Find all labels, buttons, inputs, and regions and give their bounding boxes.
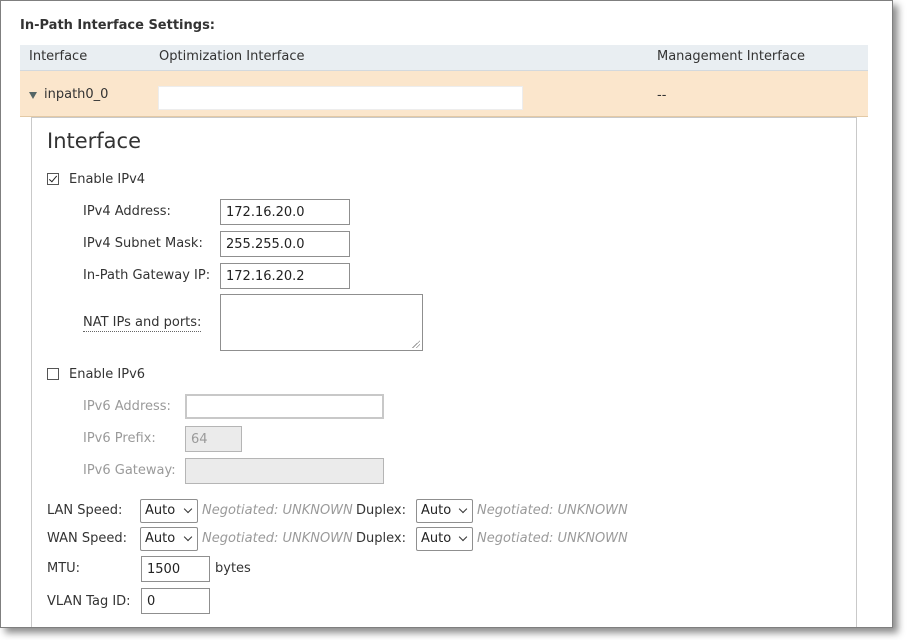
lan-speed-value: Auto [145,503,176,518]
column-header-management: Management Interface [657,49,805,64]
ipv6-gateway-input[interactable] [185,458,384,484]
lan-duplex-value: Auto [421,503,452,518]
enable-ipv4-label: Enable IPv4 [69,172,146,187]
ipv4-subnet-mask-input[interactable] [220,231,350,257]
enable-ipv4-checkbox[interactable] [47,173,59,185]
wan-duplex-select[interactable]: Auto [416,527,473,551]
expand-triangle-icon[interactable] [29,92,37,99]
window-frame: In-Path Interface Settings: Interface Op… [0,0,893,628]
column-header-interface: Interface [29,49,88,64]
wan-speed-select[interactable]: Auto [140,527,198,551]
vlan-tag-input[interactable] [141,588,210,614]
checkmark-icon [48,173,58,183]
wan-duplex-value: Auto [421,531,452,546]
lan-duplex-select[interactable]: Auto [416,499,473,523]
ipv4-address-label: IPv4 Address: [83,204,171,219]
row-interface-name[interactable]: inpath0_0 [44,87,108,102]
ipv6-prefix-label: IPv6 Prefix: [83,431,156,446]
enable-ipv6-label: Enable IPv6 [69,367,146,382]
interface-detail-panel [31,117,857,627]
inpath-gateway-label: In-Path Gateway IP: [83,268,211,283]
wan-duplex-label: Duplex: [356,531,406,546]
mtu-unit: bytes [215,561,251,576]
nat-ips-ports-textarea[interactable] [220,294,423,351]
chevron-down-icon [183,532,193,542]
ipv4-subnet-mask-label: IPv4 Subnet Mask: [83,236,203,251]
panel-title: Interface [47,129,142,153]
section-title: In-Path Interface Settings: [20,18,216,33]
lan-duplex-negotiated: Negotiated: UNKNOWN [477,503,628,518]
chevron-down-icon [183,504,193,514]
column-header-optimization: Optimization Interface [159,49,305,64]
optimization-interface-field [158,86,523,110]
chevron-down-icon [458,532,468,542]
wan-speed-negotiated: Negotiated: UNKNOWN [202,531,353,546]
ipv6-address-input[interactable] [185,394,384,419]
chevron-down-icon [458,504,468,514]
ipv6-address-label: IPv6 Address: [83,399,171,414]
wan-speed-value: Auto [145,531,176,546]
wan-speed-label: WAN Speed: [47,531,128,546]
ipv6-gateway-label: IPv6 Gateway: [83,463,176,478]
enable-ipv6-checkbox[interactable] [47,368,59,380]
lan-speed-negotiated: Negotiated: UNKNOWN [202,503,353,518]
ipv4-address-input[interactable] [220,199,350,225]
mtu-input[interactable] [141,556,210,582]
lan-duplex-label: Duplex: [356,503,406,518]
inpath-gateway-input[interactable] [220,263,350,289]
resize-grip-icon[interactable] [412,340,420,348]
ipv6-prefix-input[interactable] [185,426,242,452]
lan-speed-select[interactable]: Auto [140,499,198,523]
table-row-inpath0-0[interactable]: inpath0_0 -- [20,71,868,117]
lan-speed-label: LAN Speed: [47,503,123,518]
vlan-tag-label: VLAN Tag ID: [47,594,131,609]
mtu-label: MTU: [47,561,81,576]
management-interface-value: -- [657,88,667,103]
nat-ips-ports-label: NAT IPs and ports: [83,315,202,332]
table-header: Interface Optimization Interface Managem… [20,45,868,71]
wan-duplex-negotiated: Negotiated: UNKNOWN [477,531,628,546]
